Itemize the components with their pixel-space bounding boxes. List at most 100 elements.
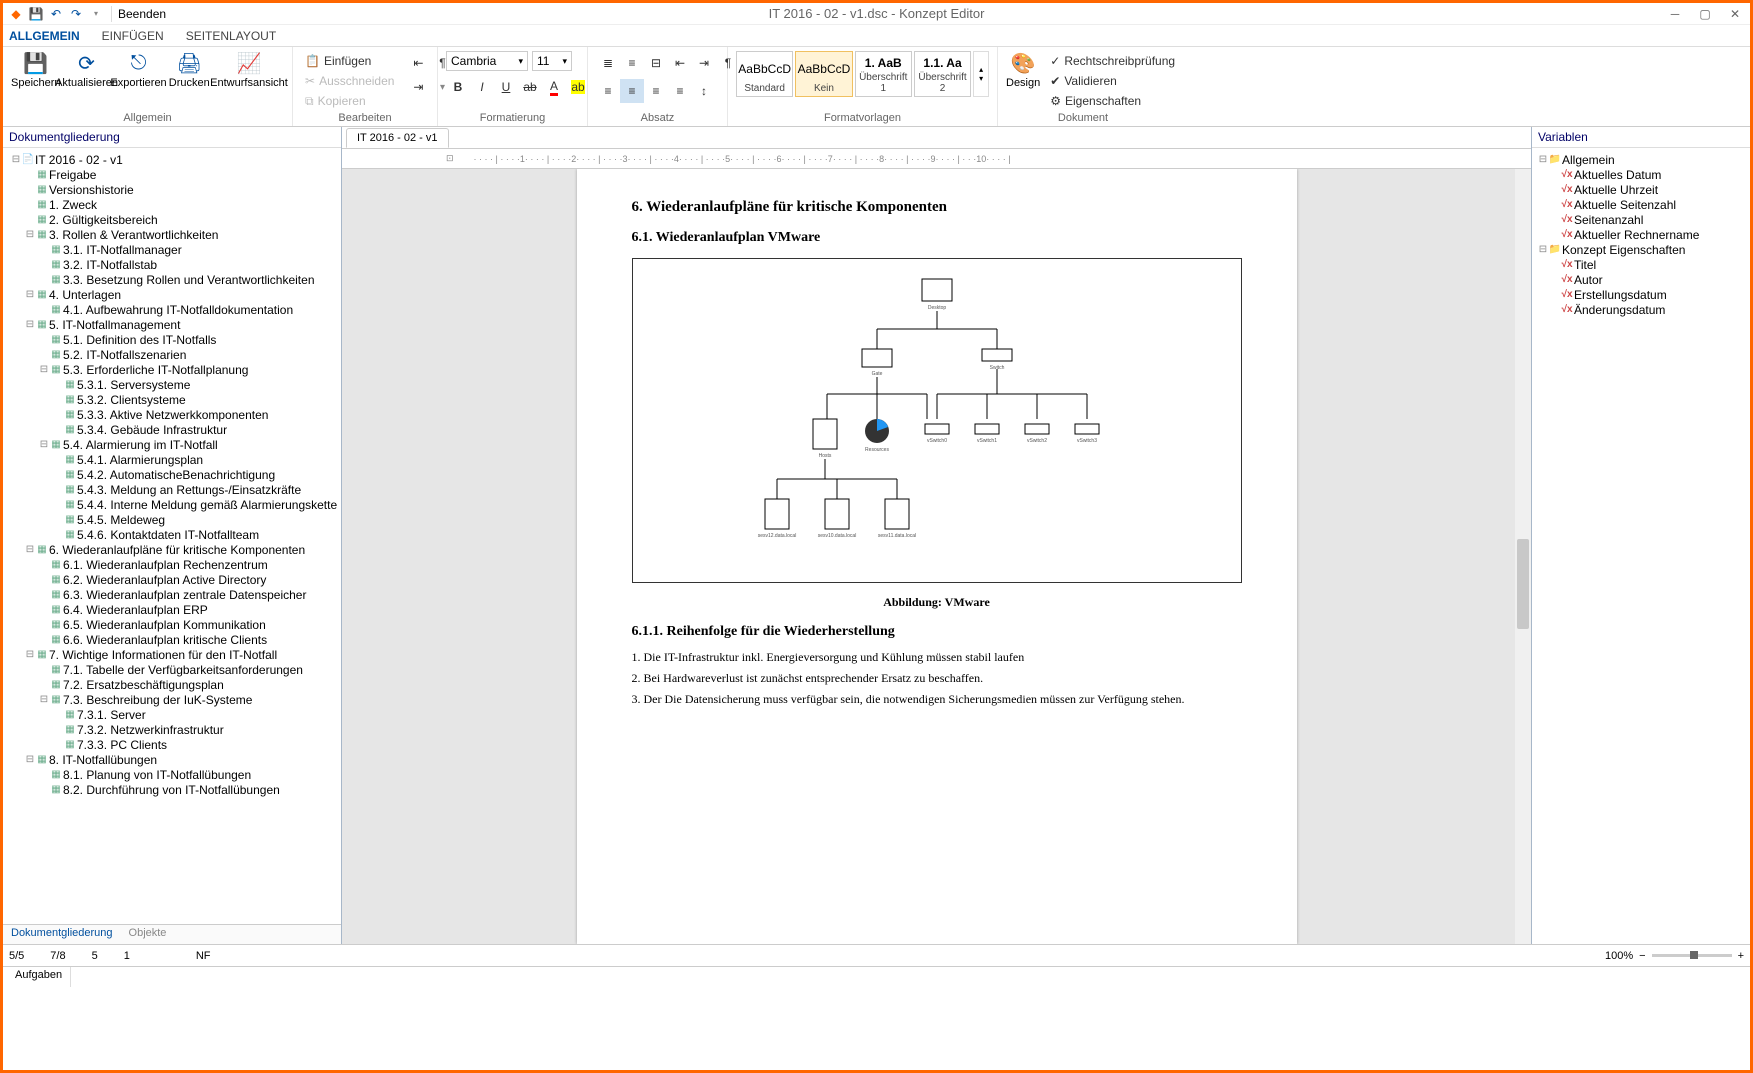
var-item[interactable]: √xAktueller Rechnername: [1532, 227, 1750, 242]
outline-node[interactable]: ▦8.2. Durchführung von IT-Notfallübungen: [3, 782, 341, 797]
var-item[interactable]: √xÄnderungsdatum: [1532, 302, 1750, 317]
outline-node[interactable]: ⊟▦5. IT-Notfallmanagement: [3, 317, 341, 332]
tab-objekte[interactable]: Objekte: [121, 925, 175, 944]
outline-node[interactable]: ⊟📄IT 2016 - 02 - v1: [3, 152, 341, 167]
outline-node[interactable]: ▦Freigabe: [3, 167, 341, 182]
var-item[interactable]: √xSeitenanzahl: [1532, 212, 1750, 227]
align-justify-button[interactable]: ≡: [668, 79, 692, 103]
outline-node[interactable]: ▦Versionshistorie: [3, 182, 341, 197]
outline-node[interactable]: ⊟▦7. Wichtige Informationen für den IT-N…: [3, 647, 341, 662]
highlight-button[interactable]: ab: [566, 75, 590, 99]
bullets-button[interactable]: ≣: [596, 51, 620, 75]
outline-node[interactable]: ▦5.3.2. Clientsysteme: [3, 392, 341, 407]
refresh-button[interactable]: ⟳Aktualisieren: [61, 51, 113, 89]
style-standard[interactable]: AaBbCcDStandard: [736, 51, 793, 97]
tab-dokumentgliederung[interactable]: Dokumentgliederung: [3, 925, 121, 944]
outline-node[interactable]: ⊟▦6. Wiederanlaufpläne für kritische Kom…: [3, 542, 341, 557]
numbering-button[interactable]: ≡: [620, 51, 644, 75]
maximize-button[interactable]: ▢: [1690, 3, 1720, 25]
outline-node[interactable]: ▦3.1. IT-Notfallmanager: [3, 242, 341, 257]
outline-node[interactable]: ▦5.4.5. Meldeweg: [3, 512, 341, 527]
paper-area[interactable]: 6. Wiederanlaufpläne für kritische Kompo…: [342, 169, 1531, 944]
qat-save[interactable]: 💾: [27, 5, 45, 23]
var-item[interactable]: √xAutor: [1532, 272, 1750, 287]
validate-button[interactable]: ✔Validieren: [1046, 71, 1179, 91]
zoom-in[interactable]: +: [1738, 950, 1744, 962]
outline-node[interactable]: ▦7.1. Tabelle der Verfügbarkeitsanforder…: [3, 662, 341, 677]
var-group[interactable]: ⊟📁Allgemein: [1532, 152, 1750, 167]
paste-button[interactable]: 📋Einfügen: [301, 51, 398, 71]
outline-node[interactable]: ▦5.3.3. Aktive Netzwerkkomponenten: [3, 407, 341, 422]
font-color-button[interactable]: A: [542, 75, 566, 99]
style-überschrift-2[interactable]: 1.1. AaÜberschrift 2: [914, 51, 971, 97]
ribbon-tab-seitenlayout[interactable]: SEITENLAYOUT: [186, 29, 276, 43]
style-überschrift-1[interactable]: 1. AaBÜberschrift 1: [855, 51, 912, 97]
var-item[interactable]: √xAktuelles Datum: [1532, 167, 1750, 182]
italic-button[interactable]: I: [470, 75, 494, 99]
qat-redo[interactable]: ↷: [67, 5, 85, 23]
outline-node[interactable]: ⊟▦3. Rollen & Verantwortlichkeiten: [3, 227, 341, 242]
exit-button[interactable]: Beenden: [118, 7, 166, 21]
document-tab-active[interactable]: IT 2016 - 02 - v1: [346, 128, 449, 148]
outline-node[interactable]: ▦5.4.6. Kontaktdaten IT-Notfallteam: [3, 527, 341, 542]
tab-aufgaben[interactable]: Aufgaben: [7, 967, 71, 987]
outline-node[interactable]: ▦5.1. Definition des IT-Notfalls: [3, 332, 341, 347]
var-group[interactable]: ⊟📁Konzept Eigenschaften: [1532, 242, 1750, 257]
outline-node[interactable]: ▦6.2. Wiederanlaufplan Active Directory: [3, 572, 341, 587]
outline-node[interactable]: ▦7.3.2. Netzwerkinfrastruktur: [3, 722, 341, 737]
outline-node[interactable]: ▦8.1. Planung von IT-Notfallübungen: [3, 767, 341, 782]
strike-button[interactable]: ab: [518, 75, 542, 99]
ribbon-tab-einfuegen[interactable]: EINFÜGEN: [102, 29, 164, 43]
var-item[interactable]: √xErstellungsdatum: [1532, 287, 1750, 302]
outline-node[interactable]: ▦6.4. Wiederanlaufplan ERP: [3, 602, 341, 617]
outline-node[interactable]: ⊟▦5.3. Erforderliche IT-Notfallplanung: [3, 362, 341, 377]
qat-undo[interactable]: ↶: [47, 5, 65, 23]
design-button[interactable]: 🎨Design: [1006, 51, 1040, 89]
outline-node[interactable]: ▦5.4.2. AutomatischeBenachrichtigung: [3, 467, 341, 482]
var-item[interactable]: √xTitel: [1532, 257, 1750, 272]
outline-node[interactable]: ▦6.5. Wiederanlaufplan Kommunikation: [3, 617, 341, 632]
indent-more-button[interactable]: ⇥: [406, 75, 430, 99]
outline-node[interactable]: ▦6.3. Wiederanlaufplan zentrale Datenspe…: [3, 587, 341, 602]
cut-button[interactable]: ✂Ausschneiden: [301, 71, 398, 91]
outline-node[interactable]: ▦7.2. Ersatzbeschäftigungsplan: [3, 677, 341, 692]
line-spacing-button[interactable]: ↕: [692, 79, 716, 103]
ruler-toggle[interactable]: ⊡: [446, 153, 454, 164]
style-kein[interactable]: AaBbCcDKein: [795, 51, 852, 97]
outline-node[interactable]: ▦7.3.3. PC Clients: [3, 737, 341, 752]
outline-node[interactable]: ▦4.1. Aufbewahrung IT-Notfalldokumentati…: [3, 302, 341, 317]
spellcheck-button[interactable]: ✓Rechtschreibprüfung: [1046, 51, 1179, 71]
indent-inc-button[interactable]: ⇥: [692, 51, 716, 75]
print-button[interactable]: 🖨Drucken: [165, 51, 214, 89]
outline-node[interactable]: ▦6.1. Wiederanlaufplan Rechenzentrum: [3, 557, 341, 572]
font-select[interactable]: Cambria▾: [446, 51, 528, 71]
outline-node[interactable]: ⊟▦8. IT-Notfallübungen: [3, 752, 341, 767]
outline-node[interactable]: ▦5.3.4. Gebäude Infrastruktur: [3, 422, 341, 437]
scrollbar-vertical[interactable]: [1515, 169, 1531, 944]
align-right-button[interactable]: ≡: [644, 79, 668, 103]
outline-node[interactable]: ▦5.4.1. Alarmierungsplan: [3, 452, 341, 467]
outline-node[interactable]: ▦5.2. IT-Notfallszenarien: [3, 347, 341, 362]
copy-button[interactable]: ⧉Kopieren: [301, 91, 398, 111]
export-button[interactable]: ⎋Exportieren: [113, 51, 165, 89]
align-center-button[interactable]: ≡: [620, 79, 644, 103]
outline-node[interactable]: ▦5.4.3. Meldung an Rettungs-/Einsatzkräf…: [3, 482, 341, 497]
outline-node[interactable]: ⊟▦5.4. Alarmierung im IT-Notfall: [3, 437, 341, 452]
var-item[interactable]: √xAktuelle Seitenzahl: [1532, 197, 1750, 212]
underline-button[interactable]: U: [494, 75, 518, 99]
zoom-slider[interactable]: [1652, 954, 1732, 957]
minimize-button[interactable]: ─: [1660, 3, 1690, 25]
draft-view-button[interactable]: 📈Entwurfsansicht: [214, 51, 284, 89]
outline-node[interactable]: ▦1. Zweck: [3, 197, 341, 212]
align-left-button[interactable]: ≡: [596, 79, 620, 103]
zoom-out[interactable]: −: [1639, 950, 1645, 962]
font-size-select[interactable]: 11▾: [532, 51, 572, 71]
outline-node[interactable]: ⊟▦7.3. Beschreibung der IuK-Systeme: [3, 692, 341, 707]
qat-customize[interactable]: ▾: [87, 5, 105, 23]
indent-dec-button[interactable]: ⇤: [668, 51, 692, 75]
outline-node[interactable]: ▦6.6. Wiederanlaufplan kritische Clients: [3, 632, 341, 647]
outline-node[interactable]: ⊟▦4. Unterlagen: [3, 287, 341, 302]
outline-node[interactable]: ▦2. Gültigkeitsbereich: [3, 212, 341, 227]
var-item[interactable]: √xAktuelle Uhrzeit: [1532, 182, 1750, 197]
close-button[interactable]: ✕: [1720, 3, 1750, 25]
